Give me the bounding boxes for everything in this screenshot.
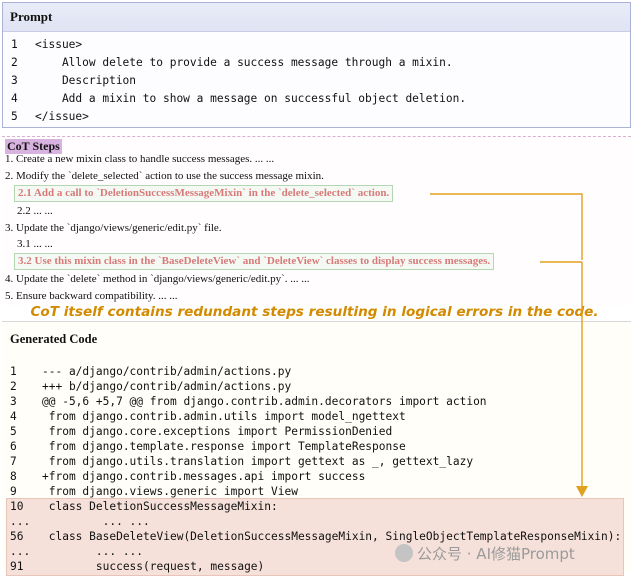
cot-step: 1. Create a new mixin class to handle su… xyxy=(5,153,275,165)
cot-step: 3.1 ... ... xyxy=(17,238,53,250)
line-text: </issue> xyxy=(35,110,89,123)
generated-code-panel: Generated Code 1 --- a/django/contrib/adm… xyxy=(2,321,631,576)
line-number: 4 xyxy=(10,410,17,423)
line-text: success(request, message) xyxy=(42,560,265,573)
line-text: Allow delete to provide a success messag… xyxy=(35,56,453,69)
line-text: from django.core.exceptions import Permi… xyxy=(42,425,393,438)
line-text: ... ... xyxy=(42,515,150,528)
line-number: 6 xyxy=(10,440,17,453)
code-line: 3 @@ -5,6 +5,7 @@ from django.contrib.adm… xyxy=(10,394,487,409)
code-line: 56 class BaseDeleteView(DeletionSuccessM… xyxy=(10,529,621,544)
cot-panel: CoT Steps 1. Create a new mixin class to… xyxy=(2,136,631,306)
line-number: 3 xyxy=(10,395,17,408)
line-number: 2 xyxy=(10,380,17,393)
code-line: 91 success(request, message) xyxy=(10,559,264,574)
watermark: 公众号 · AI修猫Prompt xyxy=(395,543,575,565)
line-text: +++ b/django/contrib/admin/actions.py xyxy=(42,380,292,393)
code-line: 4 from django.contrib.admin.utils import… xyxy=(10,409,406,424)
line-text: ... ... xyxy=(42,545,144,558)
prompt-line: 2 Allow delete to provide a success mess… xyxy=(11,54,453,72)
line-text: from django.template.response import Tem… xyxy=(42,440,406,453)
line-number: 5 xyxy=(11,110,18,123)
line-text: from django.utils.translation import get… xyxy=(42,455,474,468)
code-line: 6 from django.template.response import T… xyxy=(10,439,406,454)
line-number: 9 xyxy=(10,485,17,498)
figure-caption: CoT itself contains redundant steps resu… xyxy=(30,304,599,320)
prompt-line: 1 <issue> xyxy=(11,36,82,54)
line-text: @@ -5,6 +5,7 @@ from django.contrib.admi… xyxy=(42,395,487,408)
prompt-line: 5 </issue> xyxy=(11,108,89,126)
cot-step: 5. Ensure backward compatibility. ... ..… xyxy=(5,290,178,302)
code-line: ... ... ... xyxy=(10,544,143,559)
line-number: 3 xyxy=(11,74,18,87)
code-line: 2 +++ b/django/contrib/admin/actions.py xyxy=(10,379,291,394)
line-text: from django.views.generic import View xyxy=(42,485,298,498)
code-line: 7 from django.utils.translation import g… xyxy=(10,454,473,469)
code-line: 5 from django.core.exceptions import Per… xyxy=(10,424,392,439)
cot-step: 3. Update the `django/views/generic/edit… xyxy=(5,222,222,234)
line-text: <issue> xyxy=(35,38,83,51)
line-text: from django.contrib.admin.utils import m… xyxy=(42,410,406,423)
line-number: 1 xyxy=(10,365,17,378)
code-line: 10 class DeletionSuccessMessageMixin: xyxy=(10,499,278,514)
line-text: Description xyxy=(35,74,137,87)
cot-step: 2.2 ... ... xyxy=(17,205,53,217)
prompt-line: 3 Description xyxy=(11,72,136,90)
code-line: ... ... ... xyxy=(10,514,150,529)
line-number: 5 xyxy=(10,425,17,438)
generated-code-title: Generated Code xyxy=(10,332,98,346)
code-line: 9 from django.views.generic import View xyxy=(10,484,298,499)
line-number: 7 xyxy=(10,455,17,468)
line-text: class DeletionSuccessMessageMixin: xyxy=(42,500,278,513)
line-number: 10 xyxy=(10,500,24,513)
line-text: Add a mixin to show a message on success… xyxy=(35,92,467,105)
cot-highlighted-step: 2.1 Add a call to `DeletionSuccessMessag… xyxy=(14,185,394,202)
line-number: 56 xyxy=(10,530,24,543)
line-number: 1 xyxy=(11,38,18,51)
line-number: ... xyxy=(10,515,31,528)
line-number: ... xyxy=(10,545,31,558)
code-line: 8 +from django.contrib.messages.api impor… xyxy=(10,469,365,484)
line-number: 8 xyxy=(10,470,17,483)
line-number: 91 xyxy=(10,560,24,573)
cot-highlighted-step: 3.2 Use this mixin class in the `BaseDel… xyxy=(14,253,495,270)
prompt-panel: Prompt 1 <issue> 2 Allow delete to provid… xyxy=(2,2,631,128)
wechat-icon xyxy=(395,544,413,562)
line-number: 2 xyxy=(11,56,18,69)
cot-step: 2. Modify the `delete_selected` action t… xyxy=(5,170,324,182)
code-line: 1 --- a/django/contrib/admin/actions.py xyxy=(10,364,291,379)
cot-step: 4. Update the `delete` method in `django… xyxy=(5,273,310,285)
line-text: +from django.contrib.messages.api import… xyxy=(42,470,366,483)
prompt-title: Prompt xyxy=(3,3,630,32)
watermark-text: 公众号 · AI修猫Prompt xyxy=(417,545,575,563)
line-text: class BaseDeleteView(DeletionSuccessMess… xyxy=(42,530,622,543)
prompt-line: 4 Add a mixin to show a message on succe… xyxy=(11,90,466,108)
line-text: --- a/django/contrib/admin/actions.py xyxy=(42,365,292,378)
line-number: 4 xyxy=(11,92,18,105)
